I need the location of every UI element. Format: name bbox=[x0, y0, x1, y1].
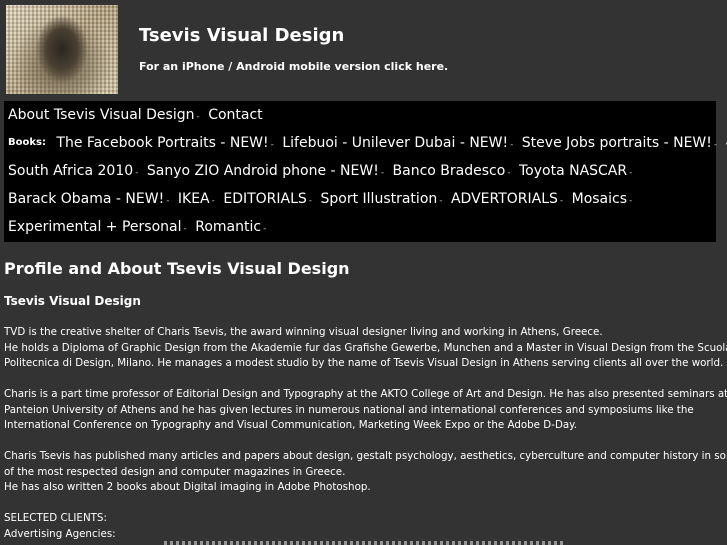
nav-separator: - bbox=[135, 168, 139, 178]
nav-books-line-4: Experimental + Personal - Romantic - bbox=[8, 218, 270, 238]
nav-book-sanyo-zio[interactable]: Sanyo ZIO Android phone - NEW! bbox=[147, 163, 379, 179]
nav-book-toyota-nascar[interactable]: Toyota NASCAR bbox=[519, 163, 627, 179]
nav-book-south-africa[interactable]: South Africa 2010 bbox=[8, 163, 133, 179]
profile-paragraph-2: Charis is a part time professor of Edito… bbox=[4, 387, 727, 434]
nav-book-barack-obama[interactable]: Barack Obama - NEW! bbox=[8, 191, 164, 207]
site-title[interactable]: Tsevis Visual Design bbox=[139, 25, 344, 47]
paragraph-line: Politecnica di Design, Milano. He manage… bbox=[4, 357, 724, 369]
books-label: Books: bbox=[8, 137, 46, 148]
paragraph-line: of the most respected design and compute… bbox=[4, 465, 346, 478]
nav-separator: - bbox=[380, 168, 385, 178]
nav-separator: - bbox=[211, 196, 215, 206]
nav-separator: - bbox=[308, 196, 313, 206]
nav-book-ikea[interactable]: IKEA bbox=[178, 191, 210, 207]
nav-separator: - bbox=[629, 196, 633, 206]
portrait-mosaic-image[interactable] bbox=[6, 5, 118, 94]
paragraph-line: Panteion University of Athens and he has… bbox=[4, 403, 694, 416]
nav-separator: - bbox=[629, 168, 633, 178]
cut-off-text-line bbox=[164, 541, 564, 545]
selected-clients-paragraph: SELECTED CLIENTS: Advertising Agencies: bbox=[4, 511, 718, 542]
nav-book-lifebuoi[interactable]: Lifebuoi - Unilever Dubai - NEW! bbox=[282, 135, 508, 151]
paragraph-line: Advertising Agencies: bbox=[4, 527, 116, 540]
nav-book-advertorials[interactable]: ADVERTORIALS bbox=[451, 191, 558, 207]
nav-about[interactable]: About Tsevis Visual Design bbox=[8, 107, 194, 123]
paragraph-line: He holds a Diploma of Graphic Design fro… bbox=[4, 341, 727, 354]
page-title: Profile and About Tsevis Visual Design bbox=[4, 259, 350, 278]
paragraph-line: International Conference on Typography a… bbox=[4, 419, 578, 431]
nav-book-editorials[interactable]: EDITORIALS bbox=[223, 191, 306, 207]
nav-book-banco-bradesco[interactable]: Banco Bradesco bbox=[393, 163, 506, 179]
nav-separator: - bbox=[559, 196, 564, 206]
nav-book-sport-illustration[interactable]: Sport Illustration bbox=[321, 191, 438, 207]
section-title: Tsevis Visual Design bbox=[4, 294, 141, 308]
nav-books-line-1: Books: The Facebook Portraits - NEW! - Li… bbox=[8, 134, 727, 154]
nav-separator: - bbox=[196, 112, 200, 122]
navigation-menu: About Tsevis Visual Design - Contact Book… bbox=[4, 101, 727, 242]
nav-books-line-2: South Africa 2010- Sanyo ZIO Android pho… bbox=[8, 162, 636, 182]
header: Tsevis Visual Design For an iPhone / And… bbox=[0, 0, 727, 98]
nav-separator: - bbox=[507, 168, 511, 178]
nav-book-facebook-portraits[interactable]: The Facebook Portraits - NEW! bbox=[56, 135, 268, 151]
paragraph-line: Charis is a part time professor of Edito… bbox=[4, 388, 727, 400]
nav-separator: - bbox=[439, 196, 443, 206]
nav-separator: - bbox=[510, 140, 514, 150]
nav-book-experimental-personal[interactable]: Experimental + Personal bbox=[8, 219, 182, 235]
nav-separator: - bbox=[166, 196, 170, 206]
nav-book-steve-jobs[interactable]: Steve Jobs portraits - NEW! bbox=[522, 135, 712, 151]
nav-book-mosaics[interactable]: Mosaics bbox=[572, 191, 627, 207]
paragraph-line: SELECTED CLIENTS: bbox=[4, 512, 107, 524]
paragraph-line: Charis Tsevis has published many article… bbox=[4, 450, 727, 462]
nav-top-line: About Tsevis Visual Design - Contact bbox=[8, 106, 263, 126]
paragraph-line: He has also written 2 books about Digita… bbox=[4, 481, 371, 493]
nav-separator: - bbox=[183, 224, 187, 234]
nav-separator: - bbox=[713, 140, 718, 150]
nav-contact[interactable]: Contact bbox=[208, 107, 262, 123]
profile-paragraph-1: TVD is the creative shelter of Charis Ts… bbox=[4, 325, 727, 372]
nav-separator: - bbox=[270, 140, 274, 150]
main-content: Profile and About Tsevis Visual Design T… bbox=[4, 258, 727, 545]
nav-book-romantic[interactable]: Romantic bbox=[195, 219, 261, 235]
paragraph-line: TVD is the creative shelter of Charis Ts… bbox=[4, 326, 603, 338]
mobile-version-link[interactable]: For an iPhone / Android mobile version c… bbox=[139, 60, 448, 73]
nav-books-line-3: Barack Obama - NEW! - IKEA - EDITORIALS - S… bbox=[8, 190, 636, 210]
profile-paragraph-3: Charis Tsevis has published many article… bbox=[4, 449, 727, 496]
nav-separator: - bbox=[263, 224, 267, 234]
